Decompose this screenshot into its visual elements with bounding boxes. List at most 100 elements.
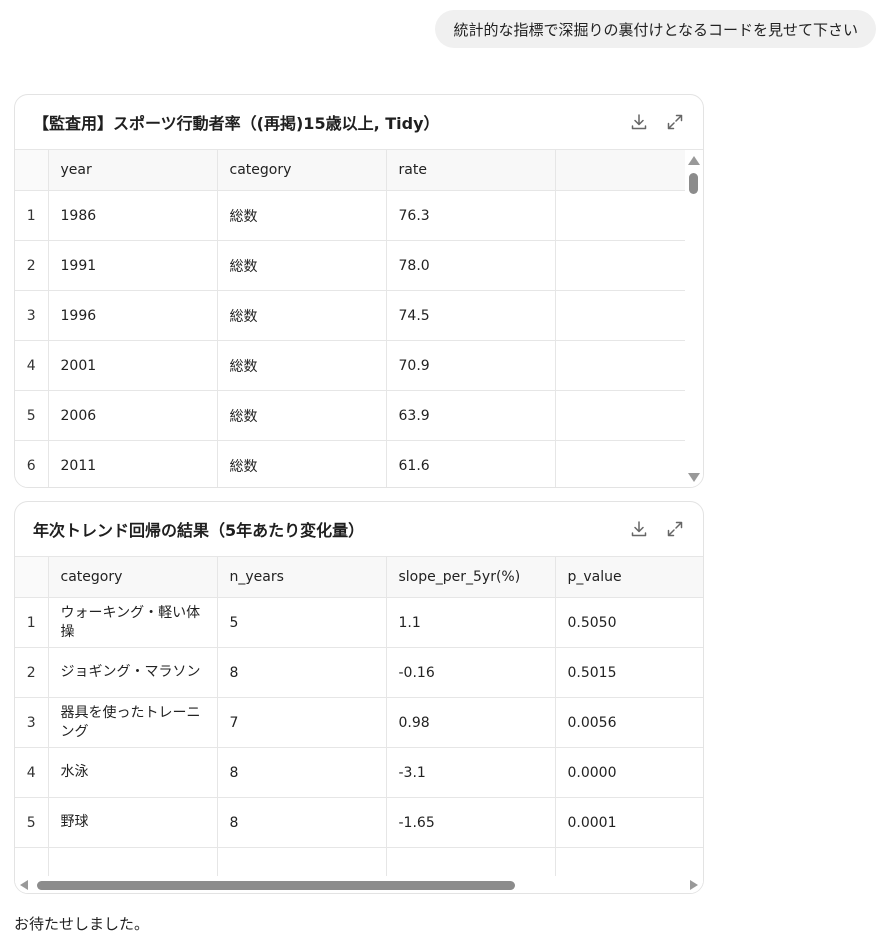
- cell-category: 総数: [217, 290, 387, 341]
- cell-year: 2001: [48, 340, 218, 391]
- user-message-text: 統計的な指標で深掘りの裏付けとなるコードを見せて下さい: [453, 20, 858, 39]
- row-index: 3: [15, 290, 49, 341]
- cell-p-value: 0.5015: [555, 647, 703, 698]
- table-scroll-area[interactable]: year category rate 1 1986 総数 76.3 2 1991 総数 78…: [15, 150, 703, 487]
- table-row: 1 ウォーキング・軽い体操 5 1.1 0.5050: [15, 597, 703, 648]
- assistant-message-text: お待たせしました。: [14, 915, 150, 933]
- column-header-index: [15, 557, 49, 598]
- cell-empty: [555, 190, 688, 241]
- scroll-down-arrow-icon[interactable]: [688, 473, 700, 482]
- audit-table: year category rate 1 1986 総数 76.3 2 1991 総数 78…: [15, 150, 688, 487]
- scroll-left-arrow-icon[interactable]: [20, 880, 28, 890]
- column-header-category[interactable]: category: [217, 150, 387, 191]
- column-header-n-years[interactable]: n_years: [217, 557, 387, 598]
- cell-p-value: 0.0056: [555, 697, 703, 748]
- expand-icon[interactable]: [665, 519, 685, 539]
- row-index: 2: [15, 240, 49, 291]
- table-row: 3 器具を使ったトレーニング 7 0.98 0.0056: [15, 697, 703, 748]
- table-row: 5 野球 8 -1.65 0.0001: [15, 797, 703, 848]
- row-index: 1: [15, 597, 49, 648]
- cell-year: 1996: [48, 290, 218, 341]
- column-header-rate[interactable]: rate: [386, 150, 556, 191]
- row-index: 1: [15, 190, 49, 241]
- cell-category: 器具を使ったトレーニング: [48, 697, 218, 748]
- cell-slope: 0.98: [386, 697, 556, 748]
- cell-n-years: 8: [217, 797, 387, 848]
- cell-category: 野球: [48, 797, 218, 848]
- table-row: 5 2006 総数 63.9: [15, 390, 688, 441]
- column-header-index: [15, 150, 49, 191]
- table-row: 6 2011 総数 61.6: [15, 440, 688, 487]
- table-row: 3 1996 総数 74.5: [15, 290, 688, 341]
- table-row: 2 1991 総数 78.0: [15, 240, 688, 291]
- download-icon[interactable]: [629, 112, 649, 132]
- column-header-empty: [555, 150, 688, 191]
- row-index: 2: [15, 647, 49, 698]
- row-index: 5: [15, 797, 49, 848]
- cell-year: 1991: [48, 240, 218, 291]
- cell-p-value: 0.0000: [555, 747, 703, 798]
- cell-empty: [555, 390, 688, 441]
- table-header-row: category n_years slope_per_5yr(%) p_valu…: [15, 557, 703, 598]
- expand-icon[interactable]: [665, 112, 685, 132]
- regression-table: category n_years slope_per_5yr(%) p_valu…: [15, 557, 703, 893]
- card-title: 年次トレンド回帰の結果（5年あたり変化量）: [33, 521, 365, 540]
- column-header-slope[interactable]: slope_per_5yr(%): [386, 557, 556, 598]
- cell-empty: [555, 440, 688, 487]
- table-row: 4 2001 総数 70.9: [15, 340, 688, 391]
- card-header: 【監査用】スポーツ行動者率（(再掲)15歳以上, Tidy）: [15, 95, 703, 150]
- cell-slope: -3.1: [386, 747, 556, 798]
- cell-rate: 74.5: [386, 290, 556, 341]
- vertical-scrollbar[interactable]: [685, 150, 703, 487]
- cell-rate: 70.9: [386, 340, 556, 391]
- table-card-regression: 年次トレンド回帰の結果（5年あたり変化量） category n_years s…: [14, 501, 704, 894]
- cell-empty: [555, 290, 688, 341]
- cell-slope: -0.16: [386, 647, 556, 698]
- table-scroll-area[interactable]: category n_years slope_per_5yr(%) p_valu…: [15, 557, 703, 893]
- scroll-right-arrow-icon[interactable]: [690, 880, 698, 890]
- cell-empty: [555, 340, 688, 391]
- vertical-scroll-thumb[interactable]: [689, 173, 698, 194]
- cell-category: 総数: [217, 240, 387, 291]
- cell-year: 1986: [48, 190, 218, 241]
- cell-category: 総数: [217, 190, 387, 241]
- cell-category: ウォーキング・軽い体操: [48, 597, 218, 648]
- cell-p-value: 0.0001: [555, 797, 703, 848]
- horizontal-scrollbar[interactable]: [15, 876, 703, 893]
- row-index: 6: [15, 440, 49, 487]
- cell-category: 総数: [217, 390, 387, 441]
- cell-category: 総数: [217, 440, 387, 487]
- cell-n-years: 7: [217, 697, 387, 748]
- row-index: 4: [15, 340, 49, 391]
- cell-empty: [555, 240, 688, 291]
- table-row: 2 ジョギング・マラソン 8 -0.16 0.5015: [15, 647, 703, 698]
- row-index: 4: [15, 747, 49, 798]
- user-message-bubble: 統計的な指標で深掘りの裏付けとなるコードを見せて下さい: [435, 10, 876, 48]
- table-header-row: year category rate: [15, 150, 688, 191]
- cell-n-years: 5: [217, 597, 387, 648]
- cell-p-value: 0.5050: [555, 597, 703, 648]
- cell-slope: 1.1: [386, 597, 556, 648]
- cell-slope: -1.65: [386, 797, 556, 848]
- column-header-category[interactable]: category: [48, 557, 218, 598]
- cell-category: ジョギング・マラソン: [48, 647, 218, 698]
- cell-rate: 63.9: [386, 390, 556, 441]
- table-row: 1 1986 総数 76.3: [15, 190, 688, 241]
- cell-rate: 61.6: [386, 440, 556, 487]
- scroll-up-arrow-icon[interactable]: [688, 156, 700, 165]
- table-card-audit: 【監査用】スポーツ行動者率（(再掲)15歳以上, Tidy） year cate…: [14, 94, 704, 488]
- cell-year: 2011: [48, 440, 218, 487]
- cell-rate: 78.0: [386, 240, 556, 291]
- column-header-year[interactable]: year: [48, 150, 218, 191]
- download-icon[interactable]: [629, 519, 649, 539]
- row-index: 5: [15, 390, 49, 441]
- cell-n-years: 8: [217, 747, 387, 798]
- cell-year: 2006: [48, 390, 218, 441]
- cell-rate: 76.3: [386, 190, 556, 241]
- horizontal-scroll-thumb[interactable]: [37, 881, 515, 890]
- row-index: 3: [15, 697, 49, 748]
- cell-category: 水泳: [48, 747, 218, 798]
- column-header-p-value[interactable]: p_value: [555, 557, 703, 598]
- card-header: 年次トレンド回帰の結果（5年あたり変化量）: [15, 502, 703, 557]
- cell-category: 総数: [217, 340, 387, 391]
